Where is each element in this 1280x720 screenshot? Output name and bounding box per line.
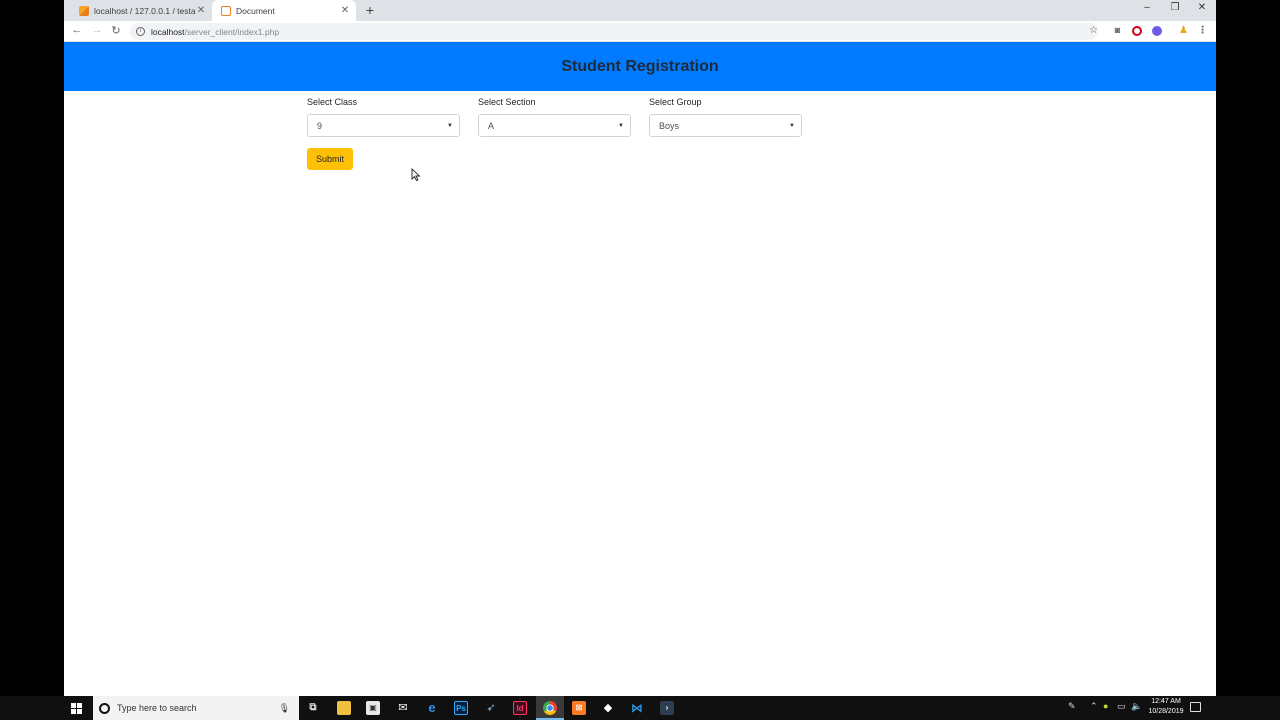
group-select-value: Boys	[659, 120, 680, 131]
url-host: localhost	[151, 26, 185, 37]
opera-extension-icon[interactable]	[1132, 26, 1142, 36]
chevron-down-icon: ▼	[447, 122, 453, 129]
chevron-up-icon[interactable]: ⌃	[1090, 701, 1098, 712]
info-icon[interactable]: i	[136, 27, 145, 36]
network-icon[interactable]: ▭	[1117, 701, 1126, 712]
tab-document[interactable]: Document ✕	[212, 0, 356, 21]
minimize-icon[interactable]: –	[1140, 2, 1154, 13]
clock-date: 10/28/2019	[1148, 708, 1184, 715]
bird-app-icon[interactable]: ➶	[484, 701, 498, 715]
file-explorer-icon[interactable]	[337, 701, 351, 715]
edge-icon[interactable]: e	[425, 701, 439, 715]
section-select-value: A	[488, 120, 495, 131]
menu-icon[interactable]: ⋮	[1197, 25, 1208, 36]
chevron-down-icon: ▼	[618, 122, 624, 129]
section-select[interactable]: A ▼	[478, 114, 631, 137]
address-bar[interactable]: i localhost/server_client/index1.php	[130, 23, 1098, 40]
task-view-icon[interactable]: ⧉	[306, 701, 320, 715]
url-path: /server_client/index1.php	[184, 26, 280, 37]
close-window-icon[interactable]: ✕	[1195, 2, 1209, 13]
indesign-icon[interactable]: Id	[513, 701, 527, 715]
section-label: Select Section	[478, 97, 536, 107]
taskbar-search-placeholder: Type here to search	[117, 703, 197, 713]
tab-title: Document	[236, 5, 275, 16]
submit-button[interactable]: Submit	[307, 148, 353, 170]
bookmark-star-icon[interactable]: ☆	[1088, 25, 1099, 36]
forward-icon[interactable]: →	[90, 24, 104, 36]
restore-icon[interactable]: ❐	[1168, 2, 1182, 13]
volume-muted-icon[interactable]: 🔈	[1131, 701, 1142, 712]
windows-start-icon[interactable]	[71, 703, 83, 714]
group-field: Select Group Boys ▼	[649, 97, 802, 137]
profile-icon[interactable]: ♟	[1178, 25, 1189, 36]
group-select[interactable]: Boys ▼	[649, 114, 802, 137]
vscode-icon[interactable]: ⋈	[630, 701, 644, 715]
chevron-down-icon: ▼	[789, 122, 795, 129]
class-select-value: 9	[317, 120, 323, 131]
pen-icon[interactable]: ✎	[1068, 701, 1076, 712]
terminal-icon[interactable]: ›	[660, 701, 674, 715]
store-icon[interactable]: ▣	[366, 701, 380, 715]
shield-extension-icon[interactable]	[1152, 26, 1162, 36]
action-center-icon[interactable]	[1190, 702, 1201, 712]
tab-phpmyadmin[interactable]: localhost / 127.0.0.1 / testapp / d ✕	[70, 0, 212, 21]
new-tab-button[interactable]: +	[362, 2, 378, 18]
camera-icon[interactable]: ◙	[1112, 25, 1123, 36]
group-label: Select Group	[649, 97, 702, 107]
mail-icon[interactable]: ✉	[396, 701, 410, 715]
page-header: Student Registration	[64, 42, 1216, 91]
tab-title: localhost / 127.0.0.1 / testapp / d	[94, 5, 196, 16]
document-icon	[221, 5, 231, 16]
class-field: Select Class 9 ▼	[307, 97, 460, 137]
browser-window: localhost / 127.0.0.1 / testapp / d ✕ Do…	[64, 0, 1216, 696]
cortana-icon	[99, 702, 110, 714]
xampp-icon[interactable]: ⊠	[572, 701, 586, 715]
microphone-icon[interactable]: 🎙	[279, 703, 290, 714]
page-title: Student Registration	[561, 57, 719, 75]
sourcetree-icon[interactable]: ◆	[601, 701, 615, 715]
clock-time: 12:47 AM	[1151, 698, 1181, 705]
norton-icon[interactable]: ●	[1103, 701, 1108, 711]
windows-taskbar: Type here to search 🎙 ⧉ ▣ ✉ e Ps ➶ Id ⊠ …	[0, 696, 1280, 720]
browser-toolbar: ← → ↻ i localhost/server_client/index1.p…	[64, 21, 1216, 42]
close-icon[interactable]: ✕	[196, 5, 206, 16]
reload-icon[interactable]: ↻	[109, 24, 123, 37]
back-icon[interactable]: ←	[70, 24, 84, 36]
taskbar-search[interactable]: Type here to search 🎙	[93, 696, 299, 720]
phpmyadmin-icon	[79, 5, 89, 16]
close-icon[interactable]: ✕	[340, 5, 350, 16]
section-field: Select Section A ▼	[478, 97, 631, 137]
photoshop-icon[interactable]: Ps	[454, 701, 468, 715]
taskbar-clock[interactable]: 12:47 AM 10/28/2019	[1146, 697, 1186, 717]
chrome-icon[interactable]	[543, 701, 557, 715]
class-label: Select Class	[307, 97, 358, 107]
class-select[interactable]: 9 ▼	[307, 114, 460, 137]
tab-strip: localhost / 127.0.0.1 / testapp / d ✕ Do…	[64, 0, 1216, 21]
mouse-cursor-icon	[411, 168, 421, 182]
